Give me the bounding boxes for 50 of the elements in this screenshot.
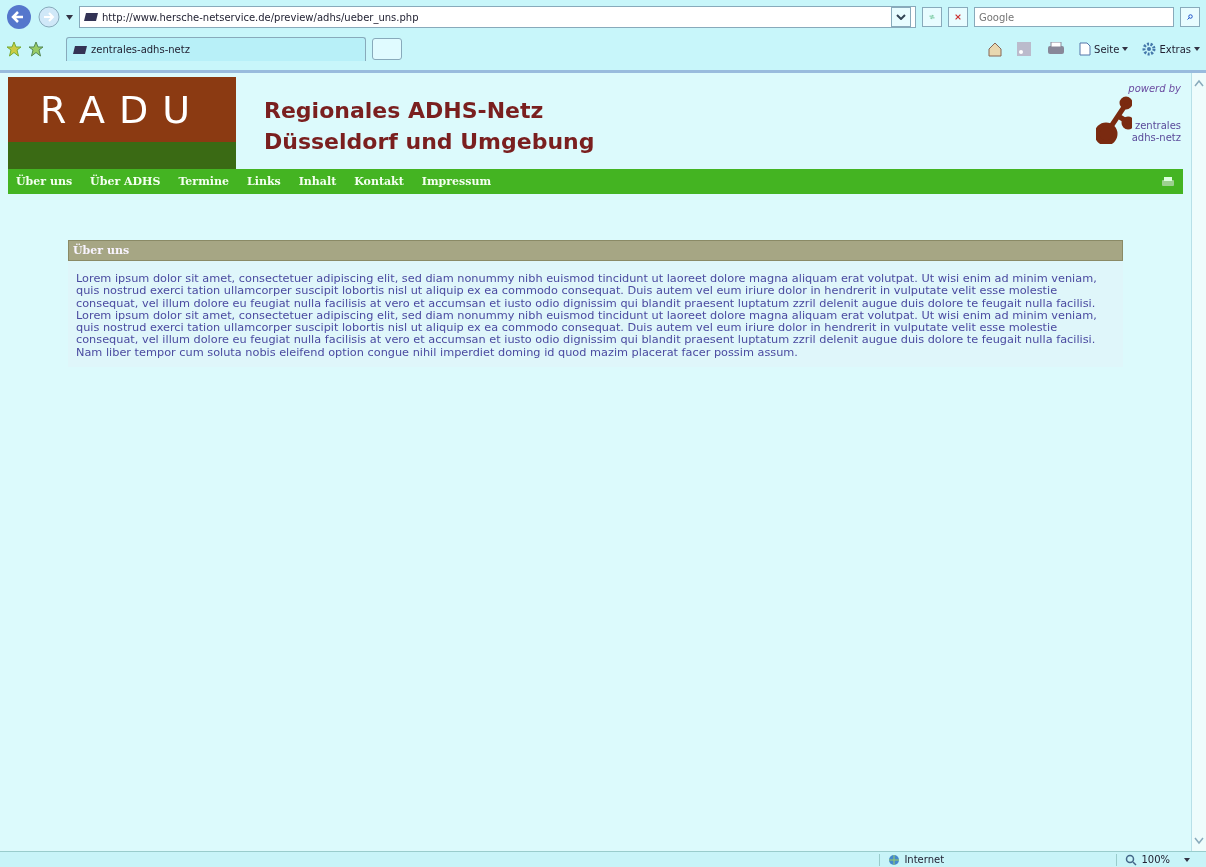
body-paragraph: Lorem ipsum dolor sit amet, consectetuer adipiscing elit, sed diam nonummy nibh euismod tincidunt ut laoreet dolore magna aliquam erat volutpat. Ut wisi enim ad minim veniam, quis nostrud exerci tation ullamcorper suscipit lobortis nisl ut aliquip ex ea commodo consequat. Duis autem vel eum iriure dolor in hendrerit in vulputate velit esse molestie consequat, vel illum dolore eu feugiat nulla facilisis at vero et accumsan et iusto odio dignissim qui blandit praesent luptatum zzril delenit augue duis dolore te feugait nulla facilisi. Lorem ipsum dolor sit amet, consectetuer adipiscing elit, sed diam nonummy nibh euismod tincidunt ut laoreet dolore magna aliquam erat volutpat. Ut wisi enim ad minim veniam, quis nostrud exerci tation ullamcorper suscipit lobortis nisl ut aliquip ex ea commodo consequat. Duis autem vel eum iriure dolor in hendrerit in vulputate velit esse molestie consequat, vel illum dolore eu feugiat nulla facilisis at vero et accumsan et iusto odio dignissim qui blandit praesent luptatum zzril delenit augue duis dolore te feugait nulla facilisi. Nam liber tempor cum soluta nobis eleifend option congue nihil imperdiet doming id quod mazim placerat facer possim assum. xyxy=(75,271,1098,361)
zoom-icon[interactable] xyxy=(1125,853,1138,866)
page-icon xyxy=(84,13,98,21)
partner-name: zentrales xyxy=(1133,120,1181,132)
scroll-down-icon[interactable] xyxy=(1194,837,1204,845)
scroll-up-icon[interactable] xyxy=(1194,79,1204,87)
search-field[interactable]: Google xyxy=(974,7,1174,27)
address-field[interactable]: http://www.hersche-netservice.de/preview/adhs/ueber_uns.php xyxy=(79,6,916,28)
caret-icon xyxy=(1194,47,1200,51)
nav-link[interactable]: Impressum xyxy=(421,175,492,188)
partner-name: adhs-netz xyxy=(1131,132,1181,144)
search-button[interactable] xyxy=(1180,7,1200,27)
document-icon xyxy=(1079,42,1092,56)
gear-icon xyxy=(1142,42,1157,56)
history-button[interactable] xyxy=(891,7,911,27)
nav-link[interactable]: Kontakt xyxy=(354,175,404,188)
page-icon xyxy=(73,45,87,54)
back-icon[interactable] xyxy=(6,4,32,30)
stop-button[interactable] xyxy=(948,7,968,27)
home-icon[interactable] xyxy=(987,41,1004,57)
nav-link[interactable]: Links xyxy=(246,175,281,188)
nav-link[interactable]: Termine xyxy=(178,175,229,188)
globe-icon xyxy=(888,853,901,866)
logo-text: RADU xyxy=(40,87,204,132)
add-favorite-icon[interactable] xyxy=(28,41,44,57)
powered-by-label: powerd by xyxy=(1128,83,1181,94)
zoom-level[interactable]: 100% xyxy=(1141,854,1170,865)
network-node-icon xyxy=(1095,96,1132,144)
nav-link[interactable]: Über ADHS xyxy=(90,175,161,188)
zone-label: Internet xyxy=(904,854,945,865)
dropdown-icon[interactable] xyxy=(66,14,73,20)
site-title: Regionales ADHS-Netz xyxy=(264,97,545,125)
browser-tab[interactable]: zentrales-adhs-netz xyxy=(66,37,366,61)
tools-menu[interactable]: Extras xyxy=(1142,42,1200,56)
section-heading: Über uns xyxy=(68,240,1123,261)
refresh-button[interactable] xyxy=(922,7,942,27)
printer-icon[interactable] xyxy=(1047,42,1066,56)
nav-link[interactable]: Über uns xyxy=(16,175,73,188)
caret-icon[interactable] xyxy=(1184,857,1190,862)
page-menu[interactable]: Seite xyxy=(1079,42,1129,56)
close-icon xyxy=(955,12,961,22)
site-title: Düsseldorf und Umgebung xyxy=(264,128,596,156)
forward-icon[interactable] xyxy=(38,6,60,28)
scrollbar[interactable] xyxy=(1191,73,1206,851)
printer-icon[interactable] xyxy=(1161,175,1175,188)
nav-link[interactable]: Inhalt xyxy=(298,175,337,188)
chevron-icon xyxy=(896,14,906,20)
caret-icon xyxy=(1122,47,1129,51)
favorites-star-icon[interactable] xyxy=(6,41,22,57)
new-tab-button[interactable] xyxy=(372,38,402,60)
